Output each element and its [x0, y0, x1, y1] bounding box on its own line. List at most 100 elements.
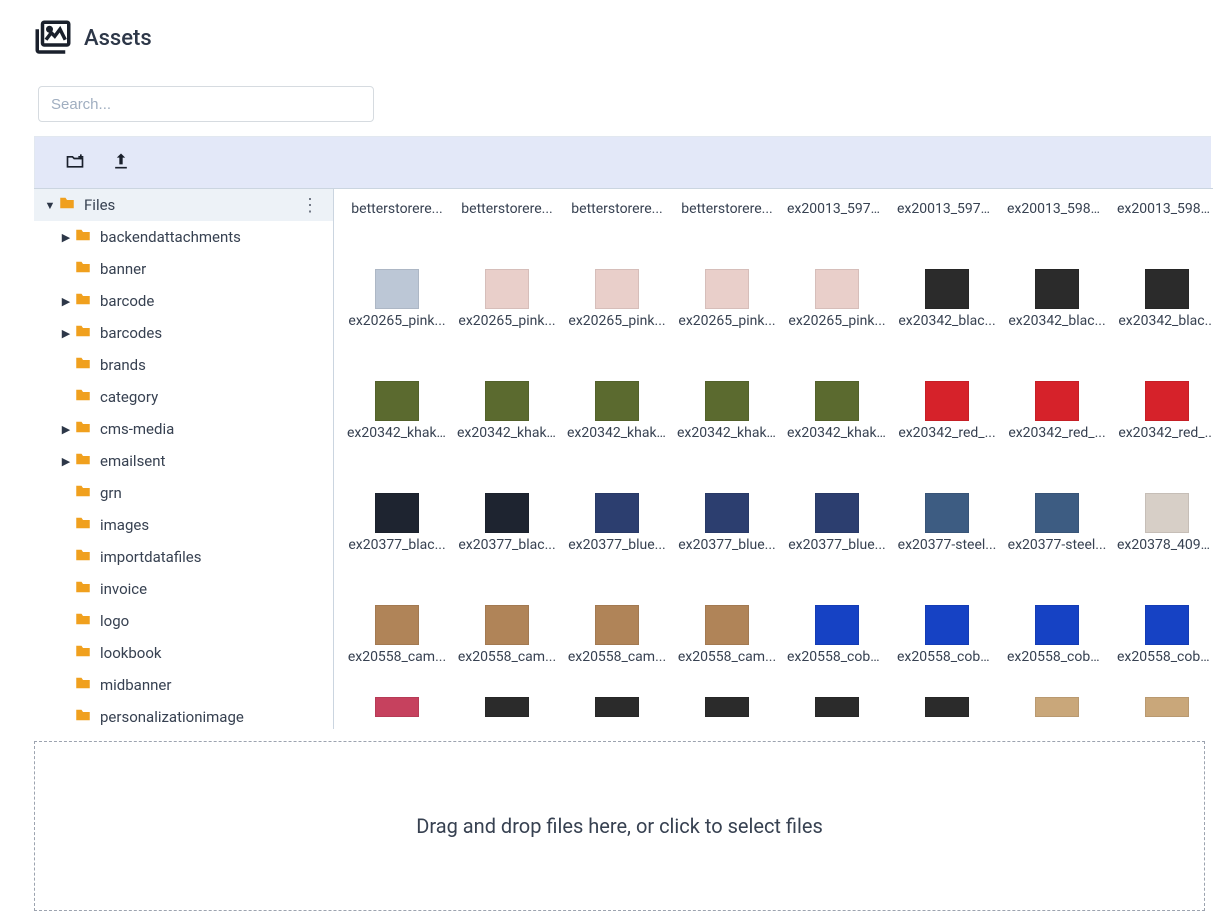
- tree-root-label: Files: [84, 196, 295, 214]
- asset-cell[interactable]: ex20013_5983...: [1112, 197, 1213, 229]
- asset-cell[interactable]: ex20342_khak...: [342, 341, 452, 453]
- asset-thumbnail: [375, 697, 419, 717]
- asset-cell[interactable]: ex20342_khak...: [452, 341, 562, 453]
- asset-cell[interactable]: ex20342_blac...: [892, 229, 1002, 341]
- asset-cell[interactable]: [452, 677, 562, 729]
- asset-grid-container: betterstorere... betterstorere... betterst…: [334, 189, 1213, 729]
- asset-cell[interactable]: ex20342_blac...: [1002, 229, 1112, 341]
- tree-item-emailsent[interactable]: ▶emailsent: [34, 445, 333, 477]
- new-folder-button[interactable]: [65, 151, 85, 174]
- asset-cell[interactable]: ex20265_pink...: [452, 229, 562, 341]
- tree-item-category[interactable]: category: [34, 381, 333, 413]
- asset-cell[interactable]: ex20265_pink...: [562, 229, 672, 341]
- asset-cell[interactable]: ex20558_cam...: [562, 565, 672, 677]
- tree-item-backendattachments[interactable]: ▶backendattachments: [34, 221, 333, 253]
- asset-cell[interactable]: ex20265_pink...: [342, 229, 452, 341]
- tree-root-files[interactable]: ▼ Files ⋮: [34, 189, 333, 221]
- asset-cell[interactable]: ex20342_red_...: [892, 341, 1002, 453]
- asset-cell[interactable]: betterstorere...: [672, 197, 782, 229]
- asset-cell[interactable]: ex20013_5981...: [1002, 197, 1112, 229]
- asset-cell[interactable]: [1002, 677, 1112, 729]
- folder-icon: [74, 226, 100, 248]
- asset-cell[interactable]: betterstorere...: [452, 197, 562, 229]
- tree-item-brands[interactable]: brands: [34, 349, 333, 381]
- tree-item-personalizationimage[interactable]: personalizationimage: [34, 701, 333, 729]
- tree-item-barcodes[interactable]: ▶barcodes: [34, 317, 333, 349]
- asset-cell[interactable]: ex20377_blue...: [562, 453, 672, 565]
- tree-item-images[interactable]: images: [34, 509, 333, 541]
- tree-item-invoice[interactable]: invoice: [34, 573, 333, 605]
- asset-cell[interactable]: ex20558_coba...: [782, 565, 892, 677]
- upload-button[interactable]: [111, 151, 131, 174]
- asset-cell[interactable]: ex20013_5979...: [892, 197, 1002, 229]
- asset-cell[interactable]: ex20377-steel...: [892, 453, 1002, 565]
- asset-label: ex20377-steel...: [1008, 537, 1107, 553]
- asset-cell[interactable]: [562, 677, 672, 729]
- asset-cell[interactable]: ex20342_red_...: [1112, 341, 1213, 453]
- asset-cell[interactable]: ex20558_cam...: [452, 565, 562, 677]
- asset-cell[interactable]: ex20377-steel...: [1002, 453, 1112, 565]
- asset-cell[interactable]: betterstorere...: [562, 197, 672, 229]
- dropzone[interactable]: Drag and drop files here, or click to se…: [34, 741, 1205, 911]
- asset-cell[interactable]: ex20342_blac...: [1112, 229, 1213, 341]
- asset-cell[interactable]: ex20378_4099...: [1112, 453, 1213, 565]
- asset-cell[interactable]: ex20342_khak...: [672, 341, 782, 453]
- asset-thumbnail: [485, 697, 529, 717]
- asset-cell[interactable]: ex20377_blac...: [452, 453, 562, 565]
- asset-cell[interactable]: ex20265_pink...: [782, 229, 892, 341]
- asset-thumbnail: [485, 605, 529, 645]
- asset-cell[interactable]: ex20377_blue...: [782, 453, 892, 565]
- dropzone-text: Drag and drop files here, or click to se…: [416, 814, 823, 838]
- caret-right-icon[interactable]: ▶: [58, 295, 74, 308]
- asset-cell[interactable]: ex20558_coba...: [1112, 565, 1213, 677]
- asset-label: ex20377-steel...: [898, 537, 997, 553]
- tree-item-midbanner[interactable]: midbanner: [34, 669, 333, 701]
- caret-right-icon[interactable]: ▶: [58, 455, 74, 468]
- caret-down-icon[interactable]: ▼: [42, 199, 58, 212]
- asset-cell[interactable]: ex20265_pink...: [672, 229, 782, 341]
- asset-cell[interactable]: ex20558_cam...: [342, 565, 452, 677]
- folder-icon: [74, 290, 100, 312]
- asset-thumbnail: [485, 381, 529, 421]
- asset-cell[interactable]: betterstorere...: [342, 197, 452, 229]
- asset-thumbnail: [1035, 381, 1079, 421]
- asset-cell[interactable]: ex20013_5977...: [782, 197, 892, 229]
- tree-item-logo[interactable]: logo: [34, 605, 333, 637]
- folder-icon: [74, 706, 100, 728]
- tree-item-lookbook[interactable]: lookbook: [34, 637, 333, 669]
- asset-label: ex20342_blac...: [1008, 313, 1105, 329]
- asset-cell[interactable]: ex20342_khak...: [562, 341, 672, 453]
- asset-cell[interactable]: ex20558_coba...: [892, 565, 1002, 677]
- search-input[interactable]: [38, 86, 374, 122]
- tree-item-banner[interactable]: banner: [34, 253, 333, 285]
- asset-thumbnail: [815, 605, 859, 645]
- caret-right-icon[interactable]: ▶: [58, 231, 74, 244]
- asset-cell[interactable]: ex20342_red_...: [1002, 341, 1112, 453]
- tree-item-barcode[interactable]: ▶ barcode: [34, 285, 333, 317]
- asset-label: betterstorere...: [461, 201, 552, 217]
- asset-cell[interactable]: [672, 677, 782, 729]
- asset-cell[interactable]: ex20377_blue...: [672, 453, 782, 565]
- tree-item-cms-media[interactable]: ▶cms-media: [34, 413, 333, 445]
- tree-item-label: category: [100, 388, 325, 406]
- asset-cell[interactable]: ex20558_cam...: [672, 565, 782, 677]
- caret-right-icon[interactable]: ▶: [58, 327, 74, 340]
- folder-icon: [74, 418, 100, 440]
- asset-cell[interactable]: ex20377_blac...: [342, 453, 452, 565]
- asset-cell[interactable]: [782, 677, 892, 729]
- caret-right-icon[interactable]: ▶: [58, 423, 74, 436]
- asset-label: ex20265_pink...: [568, 313, 665, 329]
- tree-item-label: barcode: [100, 292, 325, 310]
- asset-label: betterstorere...: [681, 201, 772, 217]
- tree-item-grn[interactable]: grn: [34, 477, 333, 509]
- asset-cell[interactable]: ex20342_khak...: [782, 341, 892, 453]
- asset-cell[interactable]: ex20558_coba...: [1002, 565, 1112, 677]
- asset-thumbnail: [595, 605, 639, 645]
- asset-label: ex20377_blac...: [458, 537, 555, 553]
- tree-item-importdatafiles[interactable]: importdatafiles: [34, 541, 333, 573]
- asset-cell[interactable]: [342, 677, 452, 729]
- asset-cell[interactable]: [892, 677, 1002, 729]
- more-vert-icon[interactable]: ⋮: [295, 195, 325, 216]
- asset-label: ex20342_khak...: [677, 425, 777, 441]
- asset-cell[interactable]: [1112, 677, 1213, 729]
